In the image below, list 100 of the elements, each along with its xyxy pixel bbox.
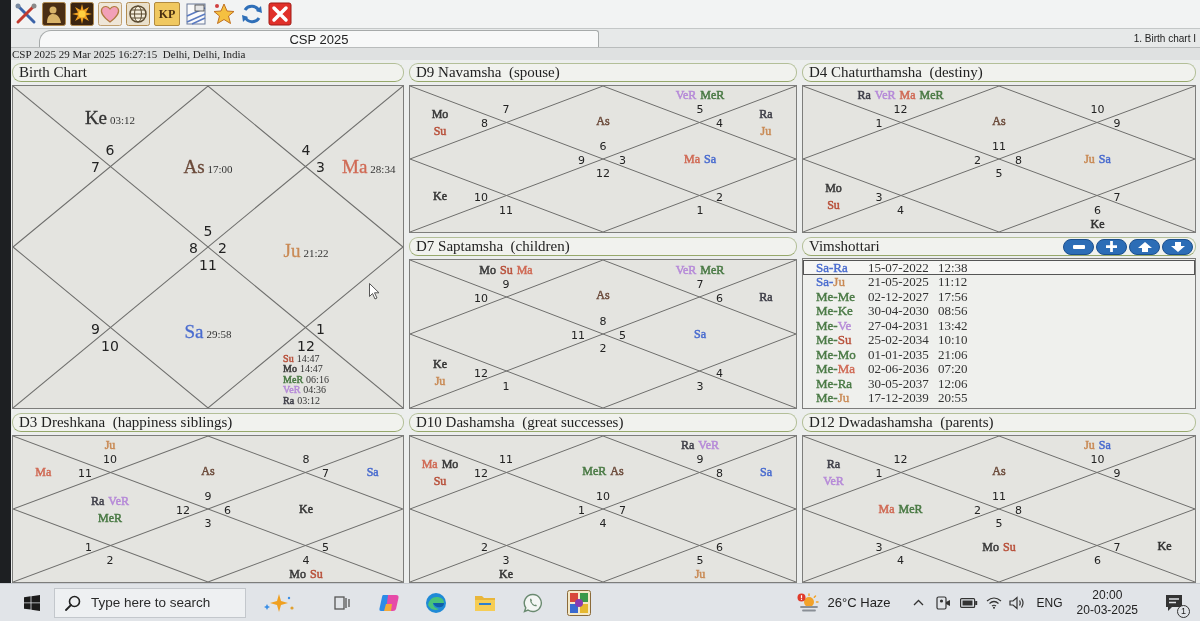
sign-number: 1 — [502, 380, 510, 392]
planet-label: Sa — [1098, 439, 1111, 452]
planet-label: VeR — [283, 385, 301, 396]
sign-number: 2 — [716, 191, 723, 203]
sign-number: 2 — [974, 504, 981, 516]
sign-number: 11 — [499, 454, 513, 465]
period-lord: Me- — [816, 362, 838, 376]
kp-button[interactable]: KP — [154, 2, 180, 26]
sign-number: 2 — [218, 241, 227, 255]
chat-bubble-icon[interactable] — [523, 592, 543, 613]
dasha-row[interactable]: Me-Me 02-12-2027 17:56 — [803, 289, 1195, 304]
search-field[interactable]: Type here to search — [54, 587, 246, 618]
sign-number: 8 — [716, 467, 723, 479]
clock-time[interactable]: 20:00 — [1092, 589, 1123, 601]
dasha-row[interactable]: Sa-Ra 15-07-2022 12:38 — [803, 260, 1195, 275]
planet-label: Sa — [759, 466, 772, 478]
dasha-row[interactable]: Me-Su 25-02-2034 10:10 — [803, 332, 1195, 347]
app-icon[interactable] — [567, 589, 591, 616]
planet-label: MeR — [283, 374, 304, 386]
sign-number: 9 — [502, 278, 510, 290]
dasha-time: 12:38 — [938, 260, 968, 274]
degree-label: 28:34 — [370, 163, 396, 175]
sign-number: 11 — [992, 491, 1006, 502]
sign-number: 3 — [875, 191, 883, 203]
minus-button[interactable] — [1063, 238, 1094, 255]
folder-icon[interactable] — [474, 593, 496, 612]
planet-label: Ra — [857, 89, 871, 102]
sign-number: 5 — [995, 518, 1003, 529]
plus-button[interactable] — [1096, 238, 1127, 255]
dasha-date: 30-04-2030 — [868, 304, 930, 318]
period-lord: Me — [837, 289, 855, 303]
sign-number: 1 — [316, 322, 325, 336]
language-indicator[interactable]: ENG — [1036, 596, 1063, 609]
up-button[interactable] — [1129, 238, 1160, 255]
dasha-row[interactable]: Me-Ma 02-06-2036 07:20 — [803, 361, 1195, 376]
sign-number: 6 — [1094, 205, 1101, 216]
panel-title: D12 Dwadashamsha (parents) — [809, 415, 994, 430]
planet-label: Mo — [441, 457, 459, 470]
sign-number: 1 — [696, 205, 704, 216]
sign-number: 9 — [1113, 467, 1121, 479]
sign-number: 4 — [897, 205, 904, 216]
clock-date[interactable]: 20-03-2025 — [1076, 604, 1138, 616]
weather-text[interactable]: 26°C Haze — [827, 596, 891, 609]
panel-title: D9 Navamsha (spouse) — [416, 65, 560, 80]
sign-number: 3 — [619, 154, 626, 166]
dasha-time: 13:42 — [938, 318, 968, 332]
dasha-row[interactable]: Sa-Ju 21-05-2025 11:12 — [803, 274, 1195, 289]
sign-number: 3 — [316, 160, 325, 174]
sign-number: 12 — [893, 104, 908, 115]
period-lord: Su — [837, 333, 852, 347]
planet-label: Ju — [1084, 439, 1095, 452]
document-tab[interactable]: CSP 2025 — [39, 30, 599, 47]
period-lord: Me- — [816, 376, 838, 390]
camera-icon[interactable] — [934, 594, 951, 611]
close-icon[interactable] — [268, 2, 292, 26]
planet-label: Mo — [825, 181, 842, 194]
tools-icon[interactable] — [14, 2, 38, 26]
search-icon — [65, 594, 81, 611]
planet-label: Ra — [759, 290, 773, 303]
chevron-up-icon[interactable] — [912, 599, 924, 606]
planet-label: VeR — [698, 439, 719, 452]
battery-icon[interactable] — [959, 596, 978, 609]
planet-label: Sa — [1098, 153, 1111, 165]
planet-label: Su — [433, 474, 447, 487]
dasha-date: 02-06-2036 — [868, 362, 930, 376]
person-icon[interactable] — [42, 2, 66, 26]
dasha-date: 02-12-2027 — [868, 289, 930, 303]
dasha-row[interactable]: Me-Mo 01-01-2035 21:06 — [803, 347, 1195, 362]
planet-label: Ma — [421, 457, 438, 470]
refresh-icon[interactable] — [240, 2, 264, 26]
dasha-row[interactable]: Me-Ke 30-04-2030 08:56 — [803, 303, 1195, 318]
dasha-row[interactable]: Me-Ju 17-12-2039 20:55 — [803, 390, 1195, 405]
sun-icon[interactable] — [70, 2, 94, 26]
planet-label: MeR — [919, 89, 944, 102]
weather-icon[interactable] — [796, 592, 819, 613]
browser-icon[interactable] — [425, 591, 447, 614]
globe-icon[interactable] — [126, 2, 150, 26]
period-lord: Ma — [837, 362, 855, 376]
planet-label: Ke — [499, 568, 513, 581]
task-view-icon[interactable] — [334, 594, 350, 611]
sign-number: 8 — [481, 117, 488, 129]
windows-logo-icon[interactable] — [24, 594, 40, 611]
document-icon[interactable] — [184, 2, 208, 26]
sign-number: 2 — [106, 555, 114, 566]
down-button[interactable] — [1162, 238, 1193, 255]
sign-number: 8 — [1015, 504, 1022, 516]
period-lord: Me- — [816, 289, 838, 303]
planet-label: Ma — [516, 263, 533, 276]
dasha-row[interactable]: Me-Ra 30-05-2037 12:06 — [803, 376, 1195, 391]
planet-label: Su — [827, 198, 840, 211]
planet-label: MeR — [700, 89, 725, 102]
planet-label: Sa — [184, 321, 204, 341]
speaker-icon[interactable] — [1008, 595, 1025, 610]
star-icon[interactable] — [212, 2, 236, 26]
sign-number: 2 — [481, 541, 488, 553]
wifi-icon[interactable] — [985, 596, 1002, 609]
planet-label: As — [201, 464, 215, 477]
sign-number: 7 — [1113, 191, 1121, 203]
degree-label: 21:22 — [303, 247, 329, 259]
dasha-row[interactable]: Me-Ve 27-04-2031 13:42 — [803, 318, 1195, 333]
